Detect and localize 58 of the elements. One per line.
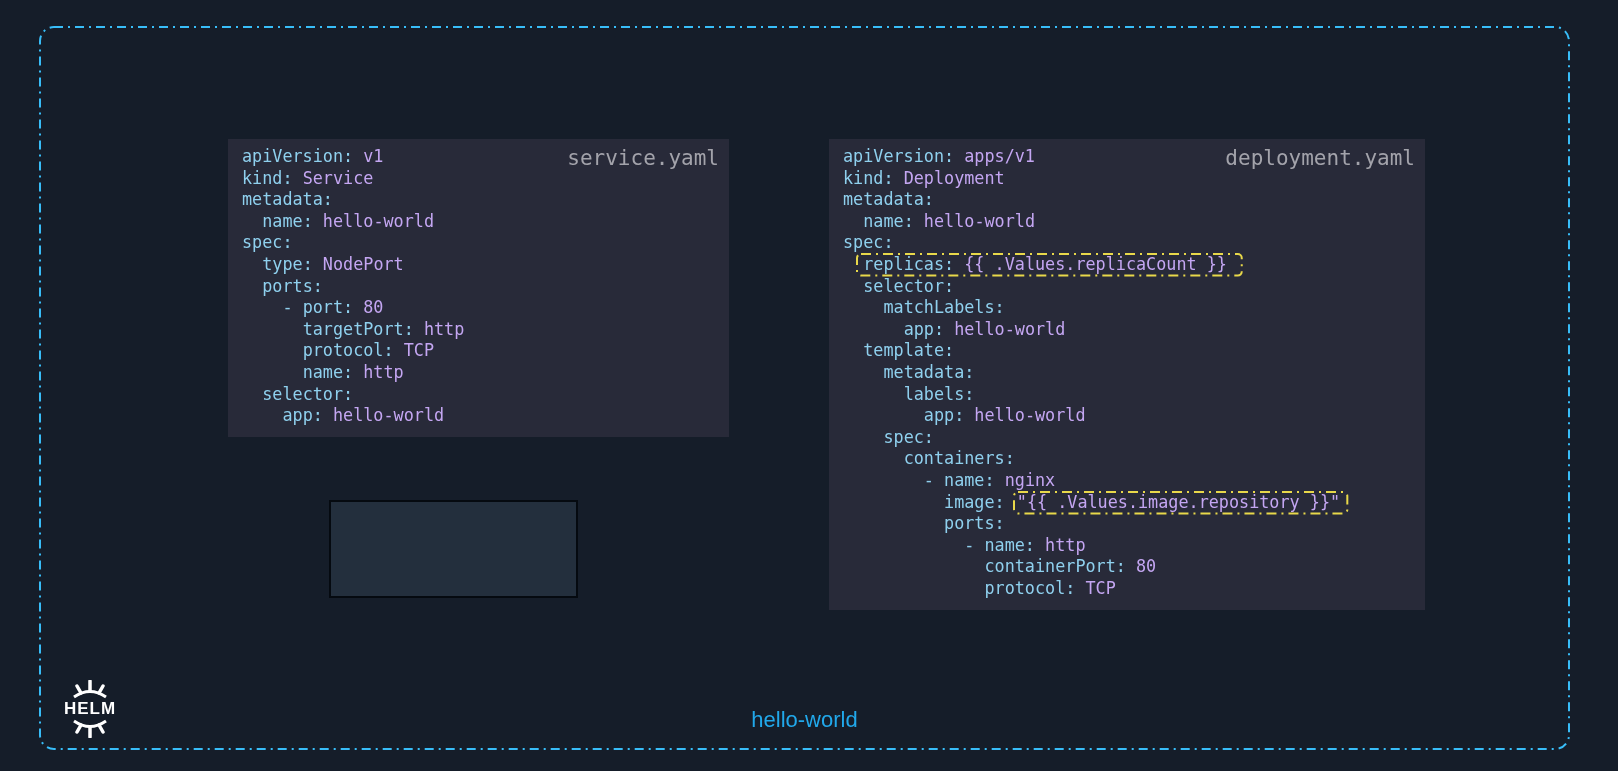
yaml-value: hello-world: [332, 405, 445, 426]
yaml-key: protocol:: [302, 340, 394, 361]
yaml-key: containers:: [903, 448, 1015, 469]
yaml-value: nginx: [1004, 469, 1056, 490]
yaml-key: apiVersion:: [843, 146, 955, 166]
yaml-key: app:: [923, 405, 965, 426]
yaml-key: - name:: [964, 534, 1035, 555]
yaml-value: hello-world: [954, 318, 1066, 339]
yaml-key: type:: [262, 253, 313, 274]
file-name: deployment.yaml: [1225, 145, 1415, 172]
yaml-key: name:: [863, 210, 914, 231]
yaml-key: image:: [944, 491, 1005, 512]
yaml-key: replicas:: [863, 253, 955, 274]
yaml-value: "{{ .Values.image.repository }}": [1016, 491, 1341, 512]
yaml-value: Service: [302, 167, 374, 188]
yaml-value: {{ .Values.replicaCount }}: [964, 253, 1227, 274]
yaml-value: 80: [1136, 556, 1157, 577]
yaml-value: hello-world: [974, 405, 1086, 426]
yaml-key: app:: [282, 405, 323, 426]
yaml-value: http: [363, 361, 404, 382]
yaml-key: protocol:: [984, 577, 1076, 598]
yaml-key: containerPort:: [984, 556, 1126, 577]
group-label: hello-world: [751, 706, 858, 734]
yaml-value: Deployment: [903, 167, 1005, 188]
yaml-key: metadata:: [883, 361, 975, 382]
yaml-key: metadata:: [843, 189, 934, 210]
yaml-key: matchLabels:: [883, 297, 1005, 318]
yaml-key: name:: [302, 361, 354, 382]
yaml-key: ports:: [262, 275, 323, 296]
yaml-key: name:: [262, 210, 313, 231]
yaml-key: - name:: [923, 469, 995, 490]
yaml-value: v1: [363, 146, 384, 166]
yaml-key: kind:: [843, 167, 894, 188]
yaml-value: hello-world: [923, 210, 1035, 231]
yaml-value: http: [1045, 534, 1086, 555]
logo: HELM: [62, 680, 118, 738]
file-name: service.yaml: [567, 145, 719, 172]
yaml-value: NodePort: [322, 253, 404, 274]
yaml-key: template:: [863, 340, 955, 361]
yaml-value: TCP: [1085, 577, 1116, 598]
yaml-key: spec:: [242, 232, 293, 253]
yaml-value: apps/v1: [964, 146, 1035, 166]
yaml-key: selector:: [863, 275, 955, 296]
yaml-key: spec:: [883, 426, 934, 447]
yaml-key: kind:: [242, 167, 293, 188]
yaml-key: targetPort:: [302, 318, 414, 339]
yaml-key: ports:: [944, 513, 1005, 534]
yaml-value: http: [423, 318, 465, 339]
yaml-key: metadata:: [242, 189, 333, 210]
yaml-key: - port:: [282, 297, 354, 318]
yaml-key: spec:: [843, 232, 894, 253]
yaml-value: 80: [363, 297, 384, 318]
yaml-value: hello-world: [322, 210, 434, 231]
yaml-key: selector:: [262, 383, 354, 404]
yaml-key: labels:: [903, 383, 975, 404]
yaml-value: TCP: [403, 340, 434, 361]
yaml-key: apiVersion:: [242, 146, 354, 166]
yaml-key: app:: [903, 318, 945, 339]
